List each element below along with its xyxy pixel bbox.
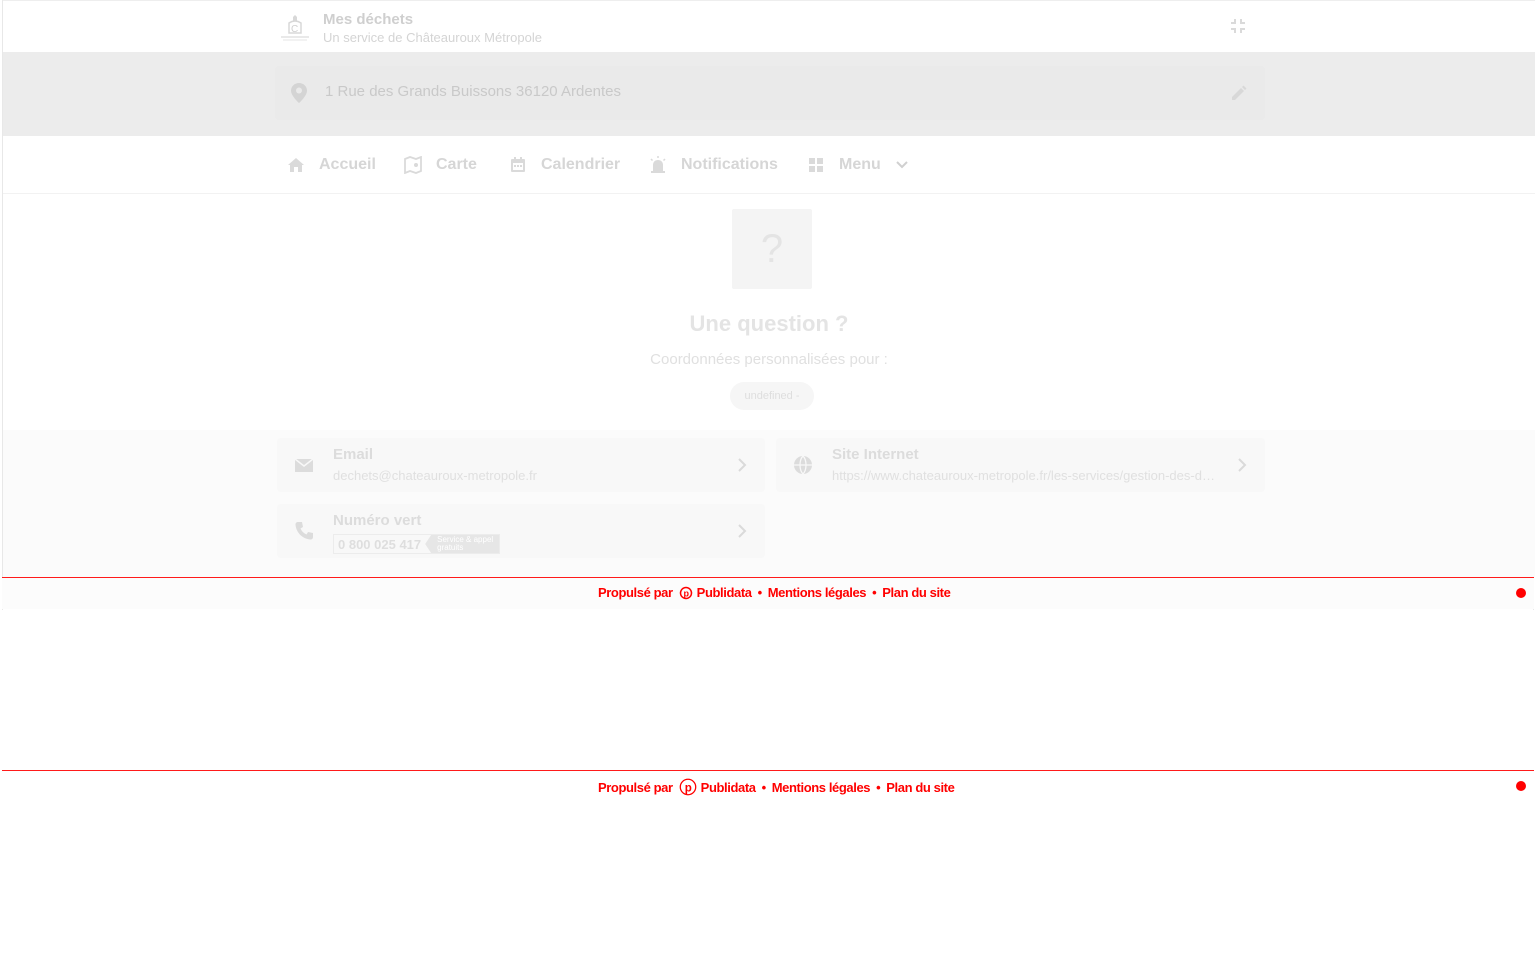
footer-separator: • <box>757 585 763 600</box>
email-value: dechets@chateauroux-metropole.fr <box>333 468 537 483</box>
status-dot <box>1516 588 1526 598</box>
footer-secondary: Propulsé par p Publidata • Mentions léga… <box>2 770 1534 802</box>
globe-icon <box>794 455 812 475</box>
nav-label: Menu <box>839 156 881 173</box>
edit-pencil-icon[interactable] <box>1230 84 1248 102</box>
main-nav: Accueil Carte Calendrier Notifications M… <box>3 136 1535 194</box>
phone-card[interactable]: Numéro vert 0 800 025 417 Service & appe… <box>277 504 765 558</box>
app-title: Mes déchets <box>323 11 414 28</box>
collapse-icon[interactable] <box>1229 17 1247 35</box>
nav-label: Calendrier <box>541 156 621 173</box>
sitemap-link[interactable]: Plan du site <box>886 780 955 795</box>
chevron-right-icon <box>1238 458 1247 472</box>
status-dot <box>1516 781 1526 791</box>
nav-label: Notifications <box>681 156 778 173</box>
svg-text:C: C <box>291 24 298 35</box>
home-icon <box>288 158 304 172</box>
address-text: 1 Rue des Grands Buissons 36120 Ardentes <box>325 83 622 100</box>
app-header: C Mes déchets Un service de Châteauroux … <box>3 0 1535 52</box>
area-chip: undefined - <box>730 382 814 410</box>
nav-calendrier[interactable]: Calendrier <box>509 154 620 176</box>
website-title: Site Internet <box>832 446 919 463</box>
nav-menu[interactable]: Menu <box>807 154 909 176</box>
chateauroux-logo-icon: C <box>281 15 309 41</box>
website-value: https://www.chateauroux-metropole.fr/les… <box>832 468 1222 483</box>
email-title: Email <box>333 446 374 463</box>
footer-separator: • <box>872 585 877 600</box>
footer-separator: • <box>876 779 881 795</box>
question-symbol: ? <box>760 226 784 271</box>
powered-by-text: Propulsé par <box>598 585 673 600</box>
numero-vert-badge: 0 800 025 417 Service & appel gratuits <box>333 534 501 554</box>
footer-links: Propulsé par p Publidata • Mentions léga… <box>598 585 951 600</box>
footer-separator: • <box>761 779 767 795</box>
chevron-right-icon <box>738 458 747 472</box>
footer-primary: Propulsé par p Publidata • Mentions léga… <box>2 577 1534 609</box>
question-mark-icon: ? <box>732 209 812 289</box>
question-title: Une question ? <box>689 311 849 336</box>
chevron-down-icon <box>896 161 908 169</box>
grid-icon <box>809 158 823 172</box>
calendar-icon <box>511 157 525 172</box>
website-card[interactable]: Site Internet https://www.chateauroux-me… <box>776 438 1265 492</box>
envelope-icon <box>294 458 314 472</box>
publidata-link[interactable]: Publidata <box>697 585 752 600</box>
footer-links: Propulsé par p Publidata • Mentions léga… <box>598 778 955 796</box>
sitemap-link[interactable]: Plan du site <box>882 585 951 600</box>
svg-text:p: p <box>683 588 689 598</box>
legal-link[interactable]: Mentions légales <box>772 780 871 795</box>
question-section: ? Une question ? Coordonnées personnalis… <box>3 194 1535 430</box>
publidata-logo-icon: p <box>679 586 692 599</box>
contacts-section: Email dechets@chateauroux-metropole.fr S… <box>3 430 1535 577</box>
app-frame: C Mes déchets Un service de Châteauroux … <box>2 0 1535 610</box>
tag-line-2: gratuits <box>437 543 464 552</box>
phone-icon <box>295 522 313 540</box>
email-card[interactable]: Email dechets@chateauroux-metropole.fr <box>277 438 765 492</box>
map-icon <box>404 156 422 174</box>
address-band: 1 Rue des Grands Buissons 36120 Ardentes <box>3 52 1535 136</box>
chevron-right-icon <box>738 524 747 538</box>
powered-by-text: Propulsé par <box>598 779 673 795</box>
free-call-tag: Service & appel gratuits <box>425 535 500 553</box>
nav-accueil[interactable]: Accueil <box>287 154 376 176</box>
app-subtitle: Un service de Châteauroux Métropole <box>323 30 542 45</box>
address-selector[interactable]: 1 Rue des Grands Buissons 36120 Ardentes <box>275 66 1265 120</box>
legal-link[interactable]: Mentions légales <box>768 585 867 600</box>
publidata-link[interactable]: Publidata <box>701 780 756 795</box>
phone-title: Numéro vert <box>333 512 422 529</box>
location-pin-icon <box>291 83 307 103</box>
nav-label: Carte <box>436 156 477 173</box>
question-subtitle: Coordonnées personnalisées pour : <box>650 351 888 368</box>
phone-number: 0 800 025 417 <box>338 536 422 552</box>
publidata-logo-icon: p <box>679 778 697 796</box>
nav-notifications[interactable]: Notifications <box>649 154 778 176</box>
svg-text:p: p <box>684 783 691 795</box>
nav-carte[interactable]: Carte <box>404 154 477 176</box>
nav-label: Accueil <box>319 156 376 173</box>
alarm-icon <box>650 156 666 173</box>
